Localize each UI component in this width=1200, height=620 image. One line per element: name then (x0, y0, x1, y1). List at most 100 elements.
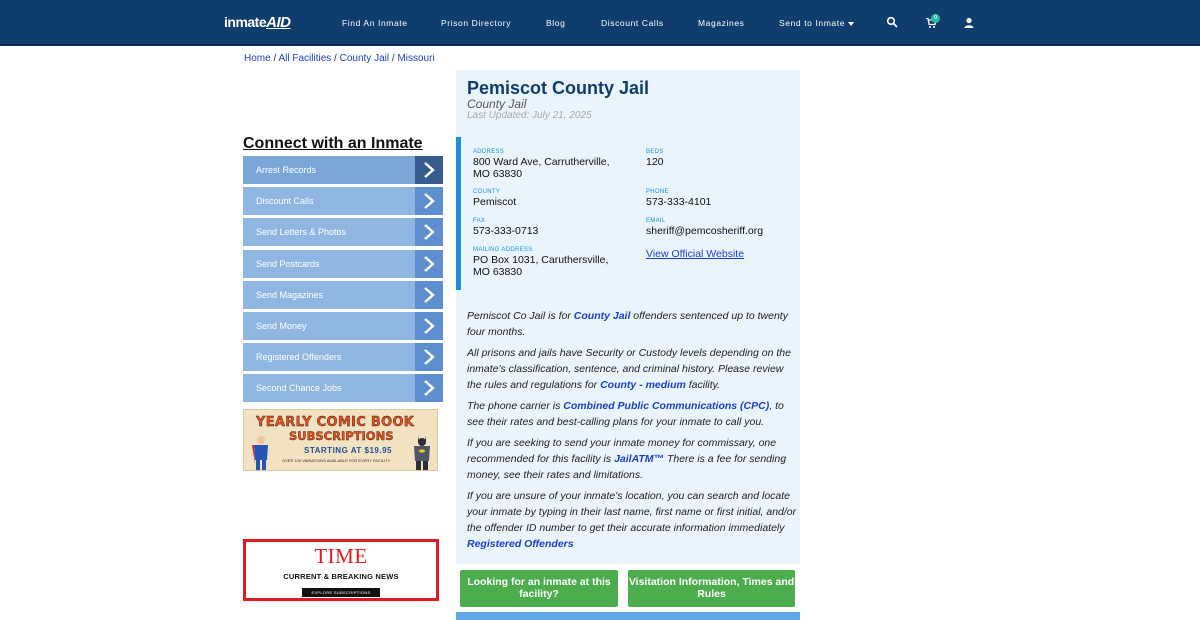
menu-item-label: Send Postcards (256, 258, 320, 269)
menu-item-discount-calls[interactable]: Discount Calls (243, 187, 443, 216)
comic-ad-price: STARTING AT $19.95 (304, 446, 392, 455)
logo-accent-text: AID (266, 14, 291, 31)
registered-offenders-link[interactable]: Registered Offenders (467, 538, 574, 550)
breadcrumb: Home / All Facilities / County Jail / Mi… (244, 53, 435, 64)
nav-discount-calls[interactable]: Discount Calls (601, 18, 664, 28)
menu-item-send-letters-photos[interactable]: Send Letters & Photos (243, 218, 443, 247)
beds-field: BEDS 120 (646, 149, 664, 168)
superhero-illustration (252, 436, 268, 470)
connect-menu: Arrest Records Discount Calls Send Lette… (243, 156, 443, 406)
chevron-right-icon (415, 187, 443, 216)
email-field: EMAIL sheriff@pemcosheriff.org (646, 218, 763, 237)
address-label: ADDRESS (473, 149, 505, 155)
phone-label: PHONE (646, 189, 669, 195)
comic-ad-subheadline: SUBSCRIPTIONS (289, 429, 394, 443)
description-paragraph: Pemiscot Co Jail is for County Jail offe… (467, 308, 797, 340)
breadcrumb-home[interactable]: Home (244, 53, 271, 64)
county-jail-link[interactable]: County Jail (574, 310, 631, 322)
menu-item-label: Send Letters & Photos (256, 227, 347, 238)
nav-blog[interactable]: Blog (546, 18, 565, 28)
facility-type: County Jail (467, 97, 527, 111)
jailatm-link[interactable]: JailATM™ (614, 453, 664, 465)
chevron-right-icon (415, 218, 443, 247)
top-navbar: inmateAID Find An Inmate Prison Director… (0, 0, 1200, 46)
county-field: COUNTY Pemiscot (473, 189, 516, 208)
chevron-right-icon (415, 156, 443, 184)
phone-field: PHONE 573-333-4101 (646, 189, 711, 208)
chevron-right-icon (415, 249, 443, 278)
menu-item-label: Discount Calls (256, 196, 314, 207)
menu-item-second-chance-jobs[interactable]: Second Chance Jobs (243, 374, 443, 403)
chevron-right-icon (415, 280, 443, 309)
breadcrumb-county-jail[interactable]: County Jail (340, 53, 389, 64)
mailing-line-2: MO 63830 (473, 266, 523, 278)
nav-prison-directory[interactable]: Prison Directory (441, 18, 511, 28)
county-value: Pemiscot (473, 196, 517, 208)
nav-magazines[interactable]: Magazines (698, 18, 745, 28)
menu-item-registered-offenders[interactable]: Registered Offenders (243, 343, 443, 372)
description-paragraph: All prisons and jails have Security or C… (467, 345, 797, 393)
address-line-1: 800 Ward Ave, Carrutherville, (473, 156, 610, 168)
phone-value[interactable]: 573-333-4101 (646, 196, 711, 208)
description-text: The phone carrier is (467, 400, 564, 412)
view-official-website-link[interactable]: View Official Website (646, 248, 744, 260)
next-section-strip (456, 612, 800, 620)
phone-carrier-link[interactable]: Combined Public Communications (CPC) (563, 400, 769, 412)
facility-description: Pemiscot Co Jail is for County Jail offe… (467, 308, 797, 557)
menu-item-label: Registered Offenders (256, 352, 342, 363)
address-field: ADDRESS 800 Ward Ave, Carrutherville, MO … (473, 149, 610, 180)
menu-item-label: Arrest Records (256, 165, 317, 175)
menu-item-send-money[interactable]: Send Money (243, 311, 443, 340)
facility-title: Pemiscot County Jail (467, 78, 650, 98)
menu-item-send-magazines[interactable]: Send Magazines (243, 280, 443, 309)
description-paragraph: If you are seeking to send your inmate m… (467, 435, 797, 483)
menu-item-label: Send Money (256, 320, 307, 331)
description-paragraph: The phone carrier is Combined Public Com… (467, 398, 797, 430)
nav-find-an-inmate[interactable]: Find An Inmate (342, 18, 408, 28)
time-ad-tagline: CURRENT & BREAKING NEWS (283, 572, 399, 581)
menu-item-arrest-records[interactable]: Arrest Records (243, 156, 443, 184)
logo-main-text: inmate (224, 14, 267, 30)
inmateaid-logo[interactable]: inmateAID (224, 14, 291, 31)
address-value: 800 Ward Ave, Carrutherville, MO 63830 (473, 156, 610, 180)
county-label: COUNTY (473, 189, 501, 195)
explore-subscriptions-button[interactable]: EXPLORE SUBSCRIPTIONS (301, 588, 381, 597)
description-text: If you are unsure of your inmate's locat… (467, 490, 797, 534)
looking-for-inmate-button[interactable]: Looking for an inmate at this facility? (460, 570, 618, 607)
fax-field: FAX 573-333-0713 (473, 218, 538, 237)
description-text: Pemiscot Co Jail is for (467, 310, 574, 322)
comic-ad-fineprint: OVER 100 VARIATIONS AVAILABLE FOR EVERY … (282, 458, 391, 463)
chevron-right-icon (415, 311, 443, 340)
time-logo: TIME (314, 544, 368, 568)
visitation-info-button[interactable]: Visitation Information, Times and Rules (628, 570, 795, 607)
chevron-down-icon (848, 21, 855, 26)
last-updated: Last Updated: July 21, 2025 (467, 110, 592, 121)
beds-label: BEDS (646, 149, 664, 155)
email-value[interactable]: sheriff@pemcosheriff.org (646, 225, 763, 237)
time-magazine-ad[interactable]: TIME CURRENT & BREAKING NEWS EXPLORE SUB… (243, 539, 439, 601)
beds-value: 120 (646, 156, 664, 168)
nav-send-to-inmate[interactable]: Send to Inmate (779, 18, 855, 28)
breadcrumb-missouri[interactable]: Missouri (397, 53, 434, 64)
nav-send-to-inmate-label: Send to Inmate (779, 18, 846, 28)
cart-count-badge: 0 (931, 14, 940, 23)
user-icon[interactable] (963, 17, 975, 29)
breadcrumb-all-facilities[interactable]: All Facilities (278, 53, 331, 64)
mailing-address-value: PO Box 1031, Caruthersville, MO 63830 (473, 254, 608, 278)
email-label: EMAIL (646, 218, 666, 224)
connect-with-inmate-heading: Connect with an Inmate (243, 135, 423, 152)
county-medium-link[interactable]: County - medium (600, 379, 686, 391)
batman-illustration (414, 436, 430, 470)
description-text: facility. (685, 379, 721, 391)
website-field: View Official Website (646, 247, 744, 260)
menu-item-label: Send Magazines (256, 289, 324, 300)
menu-item-send-postcards[interactable]: Send Postcards (243, 249, 443, 278)
facility-info-panel: ADDRESS 800 Ward Ave, Carrutherville, MO … (456, 137, 800, 290)
breadcrumb-separator: / (331, 53, 340, 64)
comic-ad-headline: YEARLY COMIC BOOK (256, 415, 415, 430)
comic-subscription-ad[interactable]: YEARLY COMIC BOOK SUBSCRIPTIONS STARTING… (243, 409, 438, 471)
info-accent-bar (456, 137, 461, 290)
mailing-address-field: MAILING ADDRESS PO Box 1031, Caruthersvi… (473, 247, 608, 278)
address-line-2: MO 63830 (473, 168, 523, 180)
search-icon[interactable] (886, 16, 898, 28)
